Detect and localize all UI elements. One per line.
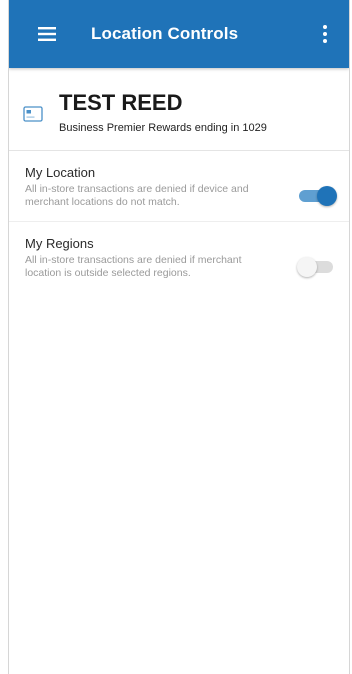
setting-my-regions-text: My Regions All in-store transactions are… bbox=[25, 236, 285, 280]
screen: Location Controls TEST REED Business Pre… bbox=[8, 0, 350, 674]
my-regions-toggle[interactable] bbox=[297, 256, 337, 278]
setting-title: My Location bbox=[25, 165, 96, 180]
credit-card-icon bbox=[23, 106, 43, 122]
account-name: TEST REED bbox=[59, 90, 183, 115]
page-title: Location Controls bbox=[91, 24, 239, 43]
account-card: TEST REED Business Premier Rewards endin… bbox=[9, 68, 349, 151]
hamburger-menu-icon bbox=[38, 27, 56, 41]
setting-description: All in-store transactions are denied if … bbox=[25, 183, 249, 208]
app-bar: Location Controls bbox=[9, 0, 349, 68]
setting-title: My Regions bbox=[25, 236, 94, 251]
toggle-thumb bbox=[297, 257, 317, 277]
setting-my-regions: My Regions All in-store transactions are… bbox=[9, 222, 349, 292]
more-options-button[interactable] bbox=[315, 22, 335, 46]
menu-button[interactable] bbox=[35, 22, 59, 46]
my-location-toggle[interactable] bbox=[297, 185, 337, 207]
account-card-text: TEST REED Business Premier Rewards endin… bbox=[59, 90, 267, 134]
setting-my-location: My Location All in-store transactions ar… bbox=[9, 151, 349, 221]
setting-description: All in-store transactions are denied if … bbox=[25, 254, 242, 279]
more-vertical-icon bbox=[323, 25, 327, 43]
account-description: Business Premier Rewards ending in 1029 bbox=[59, 122, 267, 134]
setting-my-location-text: My Location All in-store transactions ar… bbox=[25, 165, 285, 209]
toggle-thumb bbox=[317, 186, 337, 206]
